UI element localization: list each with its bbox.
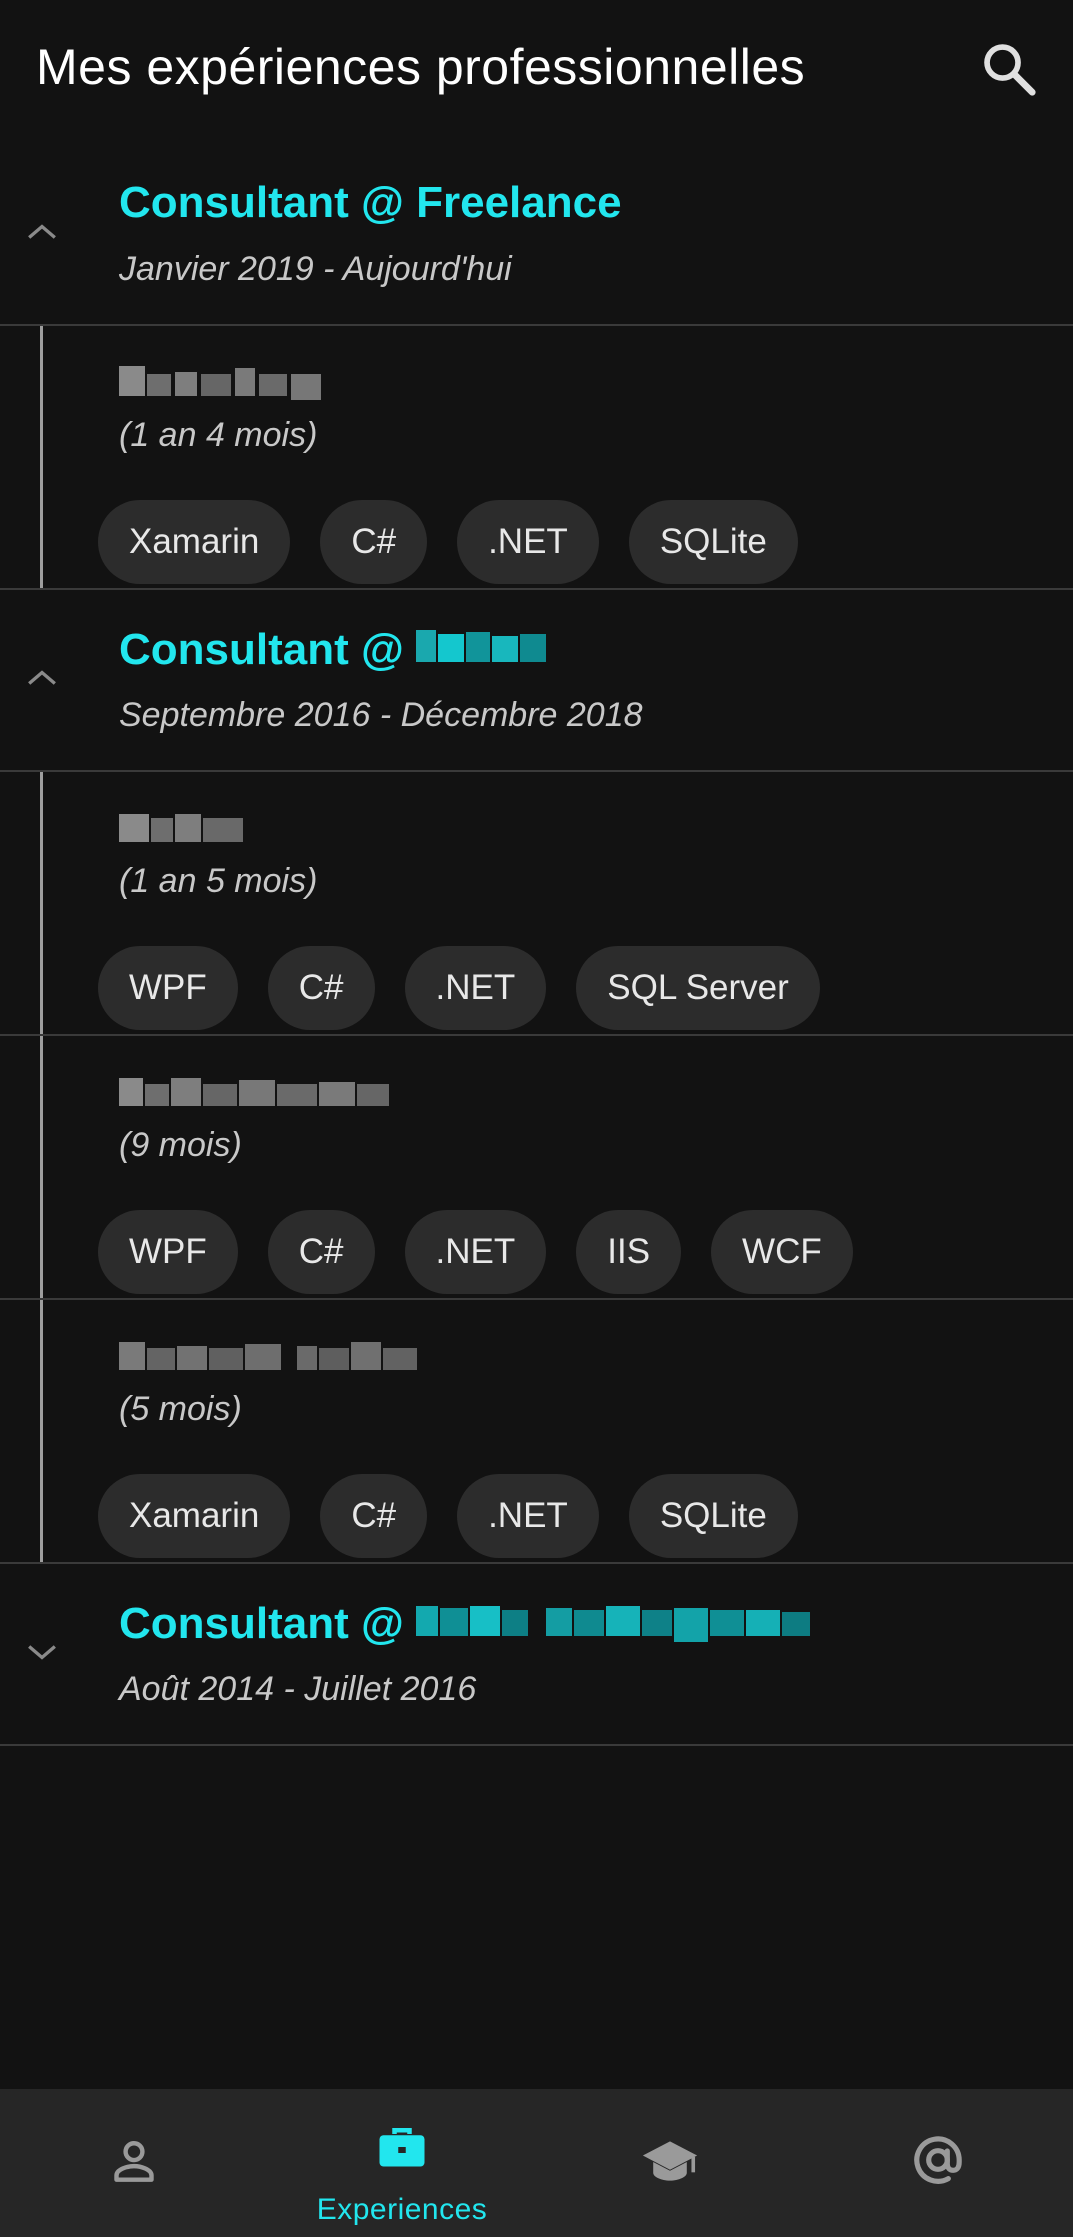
- tag-list: WPF C# .NET IIS WCF: [98, 1210, 853, 1294]
- tech-chip: IIS: [576, 1210, 682, 1294]
- page-title: Mes expériences professionnelles: [36, 39, 806, 95]
- timeline-line: [40, 326, 43, 588]
- search-button[interactable]: [978, 38, 1040, 100]
- nav-item-education[interactable]: [536, 2089, 804, 2237]
- graduation-cap-icon: [642, 2141, 698, 2181]
- duration-text: (9 mois): [119, 1126, 242, 1164]
- client-name-redacted: [119, 1342, 417, 1370]
- tech-chip: C#: [320, 1474, 428, 1558]
- company-prefix: Consultant @: [119, 1599, 417, 1648]
- company-title: Consultant @: [119, 1598, 812, 1649]
- experience-entry[interactable]: (9 mois) WPF C# .NET IIS WCF: [0, 1036, 1073, 1300]
- tech-chip: C#: [267, 946, 375, 1030]
- nav-item-experiences[interactable]: Experiences: [268, 2089, 536, 2237]
- client-name-redacted: [119, 814, 243, 842]
- client-name-redacted: [119, 1078, 389, 1106]
- experience-group-header[interactable]: Consultant @ Août 2014 - Juillet 2016: [0, 1564, 1073, 1746]
- briefcase-icon: [379, 2128, 425, 2167]
- tech-chip: Xamarin: [98, 500, 291, 584]
- tech-chip: SQL Server: [576, 946, 820, 1030]
- company-title: Consultant @ Freelance: [119, 178, 622, 227]
- nav-item-profile[interactable]: [0, 2089, 268, 2237]
- timeline-line: [40, 1036, 43, 1298]
- duration-text: (1 an 4 mois): [119, 416, 318, 454]
- tag-list: WPF C# .NET SQL Server: [98, 946, 820, 1030]
- chevron-up-icon[interactable]: [20, 210, 64, 254]
- experience-entry[interactable]: (5 mois) Xamarin C# .NET SQLite: [0, 1300, 1073, 1564]
- company-name-redacted: [416, 1606, 811, 1642]
- duration-text: (1 an 5 mois): [119, 862, 318, 900]
- at-sign-icon: [914, 2136, 962, 2184]
- duration-text: (5 mois): [119, 1390, 242, 1428]
- company-name-redacted: [416, 630, 547, 662]
- period-text: Septembre 2016 - Décembre 2018: [119, 696, 643, 734]
- experience-group-header[interactable]: Consultant @ Septembre 2016 - Décembre 2…: [0, 590, 1073, 772]
- tech-chip: C#: [267, 1210, 375, 1294]
- experience-group-header[interactable]: Consultant @ Freelance Janvier 2019 - Au…: [0, 144, 1073, 326]
- app-bar: Mes expériences professionnelles: [0, 0, 1073, 144]
- tag-list: Xamarin C# .NET SQLite: [98, 1474, 798, 1558]
- person-icon: [114, 2141, 154, 2182]
- tech-chip: .NET: [404, 1210, 547, 1294]
- company-title: Consultant @: [119, 624, 548, 675]
- tech-chip: WCF: [711, 1210, 853, 1294]
- chevron-up-icon[interactable]: [20, 656, 64, 700]
- tech-chip: SQLite: [628, 500, 798, 584]
- bottom-navigation: Experiences: [0, 2089, 1073, 2237]
- nav-label-experiences: Experiences: [316, 2193, 488, 2226]
- chevron-down-icon[interactable]: [20, 1630, 64, 1674]
- timeline-line: [40, 772, 43, 1034]
- tech-chip: .NET: [404, 946, 547, 1030]
- nav-item-contact[interactable]: [804, 2089, 1072, 2237]
- tech-chip: WPF: [98, 946, 238, 1030]
- tech-chip: C#: [320, 500, 428, 584]
- period-text: Août 2014 - Juillet 2016: [119, 1670, 477, 1708]
- tech-chip: .NET: [457, 500, 599, 584]
- company-prefix: Consultant @: [119, 625, 417, 674]
- search-icon: [984, 44, 1036, 96]
- tech-chip: .NET: [457, 1474, 599, 1558]
- timeline-line: [40, 1300, 43, 1562]
- period-text: Janvier 2019 - Aujourd'hui: [119, 250, 512, 288]
- client-name-redacted: [119, 366, 321, 400]
- tech-chip: Xamarin: [98, 1474, 291, 1558]
- experience-entry[interactable]: (1 an 4 mois) Xamarin C# .NET SQLite: [0, 326, 1073, 590]
- tech-chip: SQLite: [628, 1474, 798, 1558]
- experience-entry[interactable]: (1 an 5 mois) WPF C# .NET SQL Server: [0, 772, 1073, 1036]
- tag-list: Xamarin C# .NET SQLite: [98, 500, 798, 584]
- tech-chip: WPF: [98, 1210, 238, 1294]
